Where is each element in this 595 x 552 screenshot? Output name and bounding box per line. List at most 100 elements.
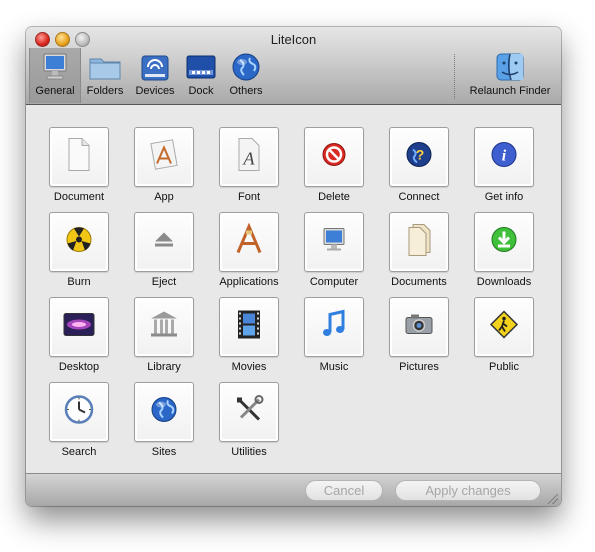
icon-item-app[interactable]: App	[122, 127, 206, 209]
folder-icon	[87, 51, 123, 83]
icon-item-computer[interactable]: Computer	[292, 212, 376, 294]
icon-label: Search	[61, 446, 97, 458]
resize-grip[interactable]	[548, 494, 558, 504]
font-icon: A	[234, 137, 264, 178]
icon-label: Desktop	[58, 361, 100, 373]
cancel-button[interactable]: Cancel	[305, 480, 383, 501]
icon-grid: Document App A Font Delete ? Connect i G…	[26, 105, 561, 473]
finder-icon	[492, 51, 528, 83]
drive-icon	[137, 51, 173, 83]
icon-well[interactable]	[304, 127, 364, 187]
svg-text:?: ?	[416, 147, 425, 163]
toolbar-folders[interactable]: Folders	[82, 51, 128, 101]
icon-label: Sites	[151, 446, 177, 458]
icon-item-documents[interactable]: Documents	[377, 212, 461, 294]
toolbar-dock[interactable]: Dock	[180, 51, 222, 101]
icon-item-pictures[interactable]: Pictures	[377, 297, 461, 379]
relaunch-finder-button[interactable]: Relaunch Finder	[463, 51, 557, 101]
toolbar-dock-label: Dock	[188, 85, 214, 97]
burn-icon	[64, 225, 94, 260]
icon-label: Pictures	[399, 361, 439, 373]
icon-item-get-info[interactable]: i Get info	[462, 127, 546, 209]
icon-label: Burn	[67, 276, 91, 288]
toolbar-general[interactable]: General	[29, 48, 81, 103]
document-icon	[64, 137, 94, 178]
delete-icon	[319, 140, 349, 175]
documents-icon	[404, 223, 434, 262]
utilities-icon	[233, 394, 265, 431]
icon-well[interactable]	[474, 297, 534, 357]
desktop-icon	[62, 311, 96, 344]
icon-item-library[interactable]: Library	[122, 297, 206, 379]
dock-icon	[183, 51, 219, 83]
icon-item-music[interactable]: Music	[292, 297, 376, 379]
icon-item-font[interactable]: A Font	[207, 127, 291, 209]
library-icon	[148, 310, 180, 345]
icon-item-applications[interactable]: Applications	[207, 212, 291, 294]
monitor-icon	[37, 51, 73, 83]
icon-well[interactable]	[389, 297, 449, 357]
icon-well[interactable]	[134, 127, 194, 187]
icon-well[interactable]	[134, 212, 194, 272]
icon-label: Computer	[309, 276, 359, 288]
icon-label: Connect	[398, 191, 440, 203]
icon-item-burn[interactable]: Burn	[37, 212, 121, 294]
icon-well[interactable]	[219, 212, 279, 272]
icon-well[interactable]: A	[219, 127, 279, 187]
icon-well[interactable]	[134, 297, 194, 357]
toolbar-general-label: General	[35, 85, 75, 97]
icon-well[interactable]	[389, 212, 449, 272]
globe-icon	[228, 51, 264, 83]
icon-well[interactable]	[49, 297, 109, 357]
eject-icon	[151, 227, 177, 258]
toolbar-folders-label: Folders	[86, 85, 124, 97]
relaunch-finder-label: Relaunch Finder	[469, 85, 551, 97]
icon-item-utilities[interactable]: Utilities	[207, 382, 291, 464]
app-icon	[147, 138, 181, 177]
icon-well[interactable]	[219, 297, 279, 357]
icon-item-downloads[interactable]: Downloads	[462, 212, 546, 294]
music-icon	[319, 309, 349, 346]
toolbar-others[interactable]: Others	[224, 51, 268, 101]
icon-item-document[interactable]: Document	[37, 127, 121, 209]
icon-label: Get info	[484, 191, 524, 203]
icon-well[interactable]	[304, 212, 364, 272]
info-icon: i	[489, 140, 519, 175]
svg-text:i: i	[502, 148, 507, 165]
icon-item-delete[interactable]: Delete	[292, 127, 376, 209]
movies-icon	[234, 309, 264, 346]
icon-item-sites[interactable]: Sites	[122, 382, 206, 464]
icon-well[interactable]	[49, 212, 109, 272]
icon-item-search[interactable]: Search	[37, 382, 121, 464]
downloads-icon	[489, 225, 519, 260]
icon-item-connect[interactable]: ? Connect	[377, 127, 461, 209]
window-title: LiteIcon	[270, 32, 317, 47]
svg-text:A: A	[243, 149, 256, 169]
icon-label: Font	[237, 191, 260, 203]
icon-well[interactable]	[304, 297, 364, 357]
pictures-icon	[403, 312, 435, 343]
connect-icon: ?	[404, 140, 434, 175]
toolbar-devices[interactable]: Devices	[132, 51, 178, 101]
icon-well[interactable]	[134, 382, 194, 442]
icon-well[interactable]	[49, 127, 109, 187]
icon-well[interactable]: ?	[389, 127, 449, 187]
icon-well[interactable]	[49, 382, 109, 442]
bottom-bar: Cancel Apply changes	[26, 473, 561, 506]
toolbar-devices-label: Devices	[135, 85, 175, 97]
search-icon	[63, 394, 95, 431]
icon-well[interactable]	[219, 382, 279, 442]
icon-label: Utilities	[231, 446, 267, 458]
icon-item-public[interactable]: Public	[462, 297, 546, 379]
icon-well[interactable]	[474, 212, 534, 272]
icon-well[interactable]: i	[474, 127, 534, 187]
apply-changes-button[interactable]: Apply changes	[395, 480, 541, 501]
applications-icon	[232, 222, 266, 262]
icon-item-movies[interactable]: Movies	[207, 297, 291, 379]
public-icon	[489, 310, 519, 345]
icon-item-desktop[interactable]: Desktop	[37, 297, 121, 379]
liteicon-window: LiteIcon General Folders Devices Dock Ot…	[26, 27, 561, 506]
icon-item-eject[interactable]: Eject	[122, 212, 206, 294]
computer-icon	[319, 225, 349, 260]
icon-label: Document	[53, 191, 105, 203]
